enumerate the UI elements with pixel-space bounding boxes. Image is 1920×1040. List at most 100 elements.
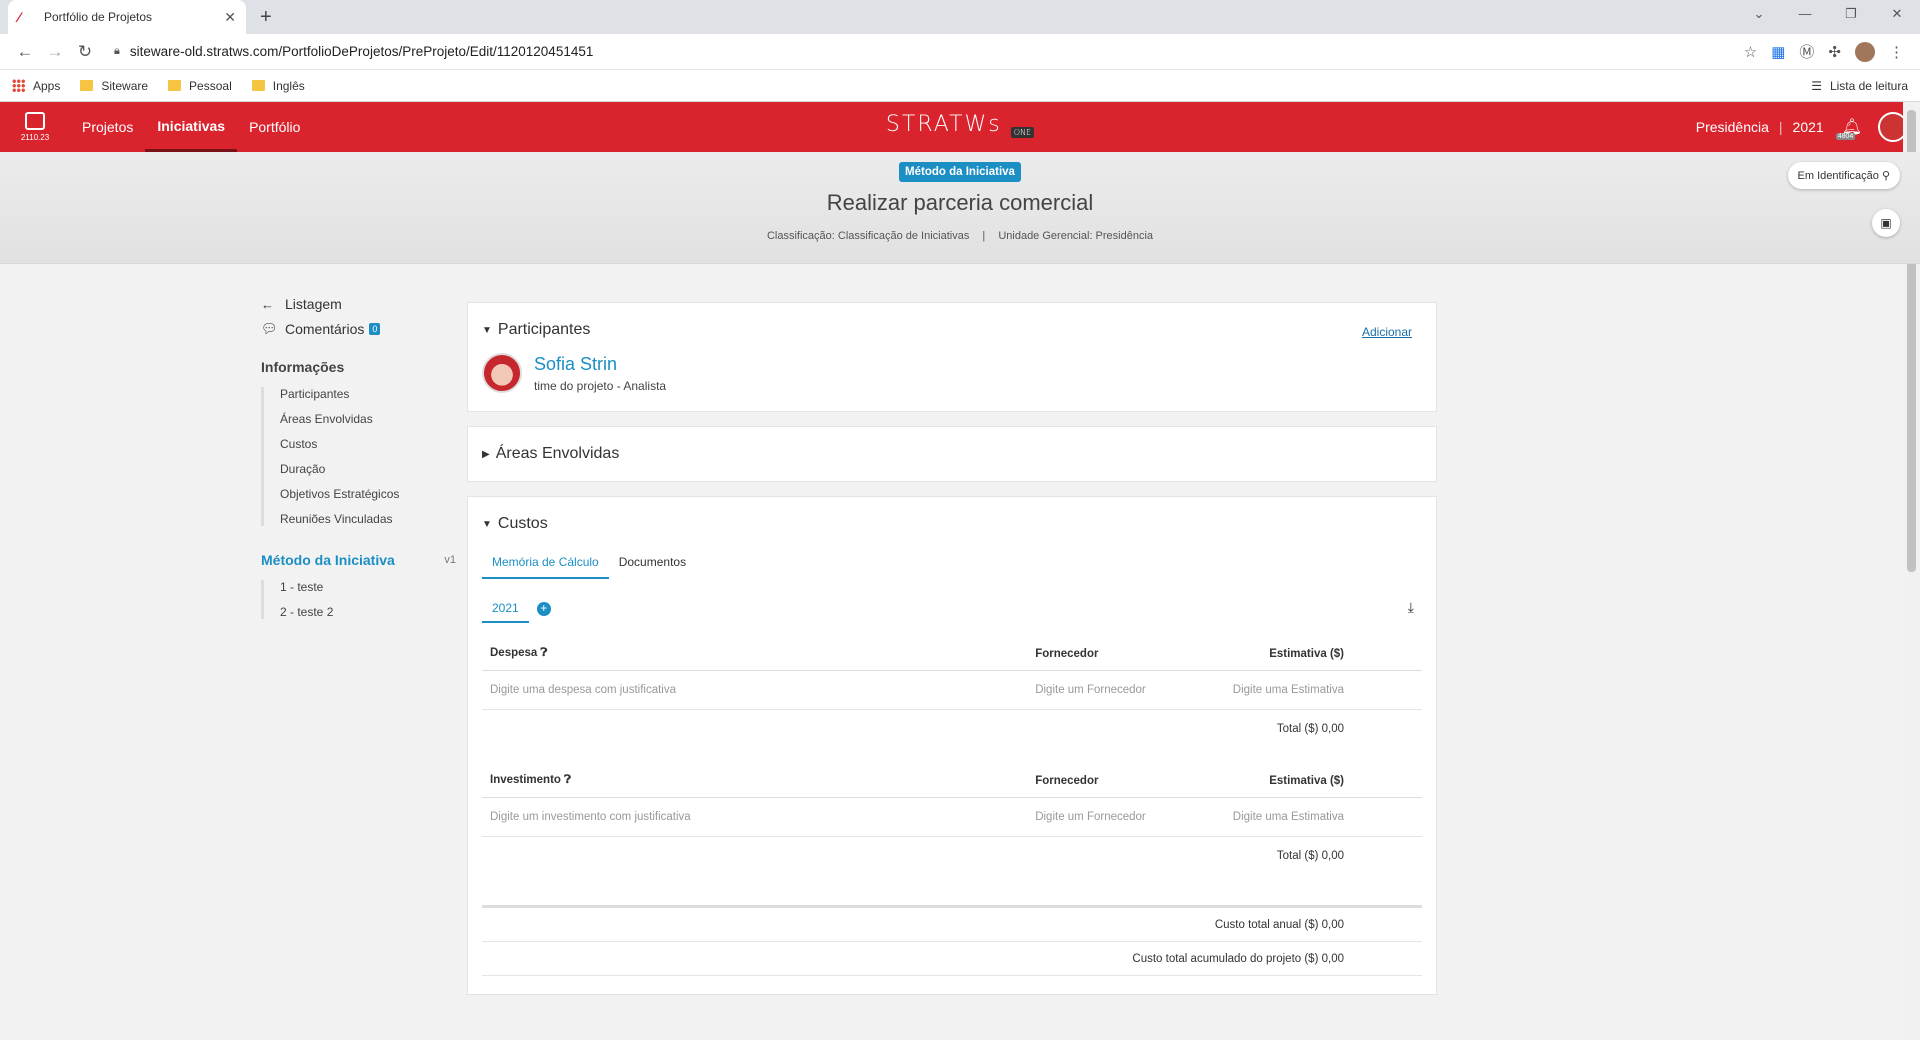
add-participant-link[interactable]: Adicionar	[1362, 325, 1412, 339]
app-menu-icon	[25, 112, 45, 130]
back-icon[interactable]: ←	[10, 42, 40, 62]
estimate-input[interactable]: Digite uma Estimativa	[1215, 670, 1422, 710]
browser-tab-strip: ⁄ Portfólio de Projetos ✕ + ⌄ — ❐ ✕	[0, 0, 1920, 34]
page-meta: Classificação: Classificação de Iniciati…	[0, 230, 1920, 242]
bookmark-ingles[interactable]: Inglês	[251, 79, 305, 93]
areas-header[interactable]: ▶ Áreas Envolvidas	[482, 445, 1422, 463]
reading-list-icon: ☰	[1811, 78, 1822, 93]
supplier-input[interactable]: Digite um Fornecedor	[1027, 797, 1216, 837]
help-icon[interactable]: ❓︎	[541, 647, 548, 659]
menu-projetos[interactable]: Projetos	[70, 102, 145, 152]
areas-card: ▶ Áreas Envolvidas	[467, 426, 1437, 482]
sidebar-item-method-2[interactable]: 2 - teste 2	[280, 605, 456, 619]
costs-tabs: Memória de Cálculo Documentos	[482, 547, 1422, 579]
extensions-area: ☆ ▦ Ⓜ ✣ ⋮	[1744, 41, 1904, 62]
comment-count-badge: 0	[369, 323, 381, 335]
header-right: Presidência | 2021 🔔︎ 4804	[1696, 102, 1908, 152]
window-controls: ⌄ — ❐ ✕	[1736, 0, 1920, 28]
sidebar-item-duracao[interactable]: Duração	[280, 462, 456, 476]
supplier-input[interactable]: Digite um Fornecedor	[1027, 670, 1216, 710]
tab-memoria-calculo[interactable]: Memória de Cálculo	[482, 547, 609, 579]
sidebar-method-list: 1 - teste 2 - teste 2	[261, 580, 456, 619]
url-field[interactable]: 🔒︎ siteware-old.stratws.com/PortfolioDeP…	[114, 44, 1744, 59]
new-tab-icon[interactable]: +	[260, 6, 272, 29]
m-extension-icon[interactable]: Ⓜ	[1799, 41, 1814, 62]
bookmark-siteware[interactable]: Siteware	[80, 79, 148, 93]
unit-selector[interactable]: Presidência	[1696, 119, 1769, 135]
caret-right-icon: ▶	[482, 448, 490, 460]
close-tab-icon[interactable]: ✕	[224, 9, 236, 26]
sidebar-comentarios[interactable]: 💬︎ Comentários 0	[261, 321, 456, 337]
method-badge: Método da Iniciativa	[899, 162, 1021, 182]
method-version: v1	[444, 554, 456, 566]
notification-count: 4804	[1835, 133, 1856, 140]
location-pin-icon: ⚲	[1881, 170, 1890, 182]
annual-total: Custo total anual ($) 0,00	[482, 908, 1422, 942]
bookmarks-bar: Apps Siteware Pessoal Inglês ☰ Lista de l…	[0, 70, 1920, 102]
sidebar-item-reunioes[interactable]: Reuniões Vinculadas	[280, 512, 456, 526]
forward-icon[interactable]: →	[40, 42, 70, 62]
app-header: 2110.23 Projetos Iniciativas Portfólio S…	[0, 102, 1920, 152]
reading-list[interactable]: ☰ Lista de leitura	[1811, 79, 1908, 93]
tab-search-icon[interactable]: ⌄	[1736, 0, 1782, 28]
status-pill[interactable]: Em Identificação ⚲	[1787, 162, 1900, 189]
profile-avatar[interactable]	[1855, 41, 1875, 62]
tab-documentos[interactable]: Documentos	[609, 547, 696, 579]
grand-totals: Custo total anual ($) 0,00 Custo total a…	[482, 905, 1422, 976]
sidebar-item-custos[interactable]: Custos	[280, 437, 456, 451]
browser-tab[interactable]: ⁄ Portfólio de Projetos ✕	[8, 0, 246, 34]
url-text: siteware-old.stratws.com/PortfolioDeProj…	[129, 44, 594, 59]
menu-dots-icon[interactable]: ⋮	[1889, 43, 1904, 61]
add-year-icon[interactable]: +	[536, 602, 551, 616]
participants-header[interactable]: ▼ Participantes	[482, 321, 1422, 339]
main-content: ▼ Participantes Adicionar Sofia Strin tim…	[467, 302, 1437, 1009]
sidebar-item-areas[interactable]: Áreas Envolvidas	[280, 412, 456, 426]
blank	[482, 710, 1027, 749]
participant-name[interactable]: Sofia Strin	[534, 354, 666, 375]
minimize-icon[interactable]: —	[1782, 0, 1828, 28]
costs-header[interactable]: ▼ Custos	[482, 515, 1422, 533]
download-icon[interactable]: ⤓	[1408, 599, 1414, 616]
sidebar-method-title[interactable]: Método da Iniciativa v1	[261, 552, 456, 568]
sidebar-listagem[interactable]: ← Listagem	[261, 296, 456, 312]
restore-icon[interactable]: ❐	[1828, 0, 1874, 28]
apps-grid-icon	[12, 79, 25, 92]
participant-avatar	[482, 353, 522, 393]
folder-icon	[168, 80, 182, 91]
blank	[1027, 837, 1215, 876]
expense-input[interactable]: Digite uma despesa com justificativa	[482, 670, 1028, 710]
sidebar-item-participantes[interactable]: Participantes	[280, 387, 456, 401]
menu-portfolio[interactable]: Portfólio	[237, 102, 312, 152]
costs-card: ▼ Custos Memória de Cálculo Documentos 20…	[467, 496, 1437, 995]
grid-extension-icon[interactable]: ▦	[1771, 43, 1785, 61]
close-window-icon[interactable]: ✕	[1874, 0, 1920, 28]
folder-icon	[80, 80, 94, 91]
bookmark-pessoal[interactable]: Pessoal	[168, 79, 232, 93]
investment-table: Investimento ❓︎ Fornecedor Estimativa ($…	[482, 764, 1422, 875]
help-icon[interactable]: ❓︎	[564, 774, 571, 786]
report-icon[interactable]: ▣	[1872, 209, 1900, 237]
estimate-col-header: Estimativa ($)	[1215, 637, 1422, 671]
bookmark-apps[interactable]: Apps	[12, 79, 60, 93]
estimate-input[interactable]: Digite uma Estimativa	[1215, 797, 1422, 837]
participant-role: time do projeto - Analista	[534, 378, 667, 393]
year-tab-2021[interactable]: 2021	[482, 595, 529, 623]
caret-down-icon: ▼	[482, 518, 492, 530]
year-selector[interactable]: 2021	[1793, 119, 1824, 135]
reload-icon[interactable]: ↻	[70, 42, 100, 62]
stratws-favicon-icon: ⁄	[18, 9, 21, 25]
home-button[interactable]: 2110.23	[0, 102, 70, 152]
address-bar: ← → ↻ 🔒︎ siteware-old.stratws.com/Portfo…	[0, 34, 1920, 70]
investment-input[interactable]: Digite um investimento com justificativa	[482, 797, 1028, 837]
investment-col-header: Investimento ❓︎	[482, 764, 1028, 798]
bookmark-star-icon[interactable]: ☆	[1744, 43, 1757, 61]
notifications-bell-icon[interactable]: 🔔︎ 4804	[1835, 117, 1862, 140]
lock-icon: 🔒︎	[114, 45, 120, 57]
sidebar-info-list: Participantes Áreas Envolvidas Custos Du…	[261, 387, 456, 526]
menu-iniciativas[interactable]: Iniciativas	[145, 102, 238, 152]
puzzle-extensions-icon[interactable]: ✣	[1828, 43, 1841, 61]
accumulated-total: Custo total acumulado do projeto ($) 0,0…	[482, 942, 1422, 976]
sidebar-item-objetivos[interactable]: Objetivos Estratégicos	[280, 487, 456, 501]
page-title: Realizar parceria comercial	[826, 190, 1094, 215]
sidebar-item-method-1[interactable]: 1 - teste	[280, 580, 456, 594]
